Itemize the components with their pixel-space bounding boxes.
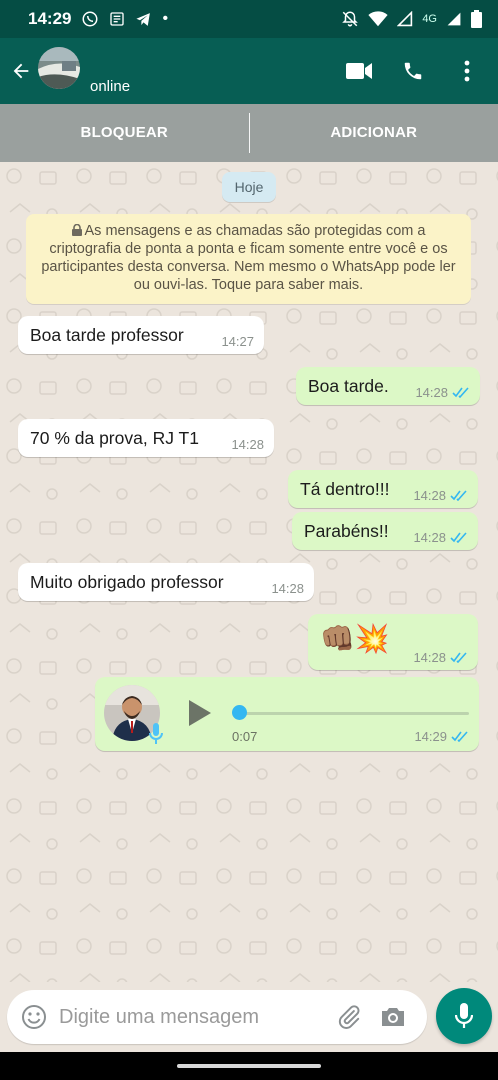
message-time: 14:28: [413, 488, 446, 503]
wifi-icon: [368, 11, 388, 27]
unknown-contact-actions: BLOQUEAR ADICIONAR: [0, 104, 498, 162]
contact-photo: [38, 47, 80, 89]
voice-progress-track[interactable]: [241, 712, 469, 715]
message-time: 14:29: [414, 729, 447, 744]
home-gesture-handle[interactable]: [177, 1064, 321, 1068]
signal-icon-2: [447, 12, 461, 26]
chat-header: online: [0, 38, 498, 104]
signal-icon: [397, 11, 413, 27]
attach-button[interactable]: [329, 990, 369, 1044]
back-button[interactable]: [4, 38, 38, 104]
message-outgoing[interactable]: Tá dentro!!! 14:28: [288, 470, 478, 508]
video-camera-icon: [346, 63, 372, 79]
lock-icon: [71, 224, 82, 236]
video-call-button[interactable]: [346, 58, 372, 84]
emoji-icon: [22, 1005, 46, 1029]
contact-status: online: [90, 77, 131, 95]
battery-icon: [471, 10, 482, 28]
more-options-button[interactable]: [454, 58, 480, 84]
message-time: 14:27: [221, 334, 254, 349]
message-composer: [7, 990, 427, 1044]
message-emoji: 👊🏽💥: [320, 623, 390, 654]
message-outgoing[interactable]: Boa tarde. 14:28: [296, 367, 480, 405]
message-text: Boa tarde.: [308, 376, 389, 396]
message-time: 14:28: [231, 437, 264, 452]
date-chip: Hoje: [222, 172, 276, 202]
read-ticks-icon: [451, 731, 468, 742]
message-time: 14:28: [271, 581, 304, 596]
do-not-disturb-icon: [342, 11, 359, 27]
message-outgoing[interactable]: Parabéns!! 14:28: [292, 512, 478, 550]
network-type: 4G: [422, 13, 437, 25]
system-nav-bar: [0, 1052, 498, 1080]
block-button[interactable]: BLOQUEAR: [0, 104, 249, 162]
mic-icon: [149, 723, 163, 744]
contact-avatar[interactable]: [38, 47, 80, 89]
message-time: 14:28: [415, 385, 448, 400]
camera-icon: [382, 1008, 404, 1026]
more-notifications-dot-icon: •: [162, 10, 169, 27]
voice-progress-handle[interactable]: [232, 705, 247, 720]
paperclip-icon: [338, 1005, 360, 1029]
voice-call-button[interactable]: [400, 58, 426, 84]
message-text: Parabéns!!: [304, 521, 389, 541]
message-incoming[interactable]: Boa tarde professor 14:27: [18, 316, 264, 354]
message-text: Tá dentro!!!: [300, 479, 390, 499]
phone-icon: [404, 62, 422, 80]
voice-duration: 0:07: [232, 729, 258, 744]
message-time: 14:28: [413, 530, 446, 545]
news-notification-icon: [110, 12, 125, 26]
message-text: Boa tarde professor: [30, 325, 184, 345]
message-incoming[interactable]: 70 % da prova, RJ T1 14:28: [18, 419, 274, 457]
whatsapp-notification-icon: [82, 11, 98, 27]
divider: [248, 113, 250, 153]
more-vertical-icon: [464, 60, 470, 82]
play-button[interactable]: [187, 698, 213, 728]
message-text: Muito obrigado professor: [30, 572, 224, 592]
message-text: 70 % da prova, RJ T1: [30, 428, 199, 448]
voice-message[interactable]: 0:07 14:29: [95, 677, 479, 751]
message-time: 14:28: [413, 650, 446, 665]
encryption-notice[interactable]: As mensagens e as chamadas são protegida…: [26, 214, 471, 304]
chat-area[interactable]: Hoje As mensagens e as chamadas são prot…: [0, 162, 498, 982]
arrow-left-icon: [13, 63, 29, 79]
read-ticks-icon: [452, 387, 469, 398]
read-ticks-icon: [450, 532, 467, 543]
read-ticks-icon: [450, 652, 467, 663]
camera-button[interactable]: [373, 990, 413, 1044]
microphone-icon: [455, 1003, 473, 1028]
emoji-button[interactable]: [9, 990, 59, 1044]
status-bar: 14:29 • 4G: [0, 0, 498, 38]
add-contact-button[interactable]: ADICIONAR: [250, 104, 498, 162]
status-time: 14:29: [28, 9, 72, 28]
message-outgoing-emoji[interactable]: 👊🏽💥 14:28: [308, 614, 478, 670]
message-input[interactable]: [59, 1005, 329, 1029]
message-incoming[interactable]: Muito obrigado professor 14:28: [18, 563, 314, 601]
telegram-notification-icon: [136, 12, 151, 26]
encryption-notice-text: As mensagens e as chamadas são protegida…: [41, 223, 456, 293]
read-ticks-icon: [450, 490, 467, 501]
record-voice-button[interactable]: [436, 988, 492, 1044]
